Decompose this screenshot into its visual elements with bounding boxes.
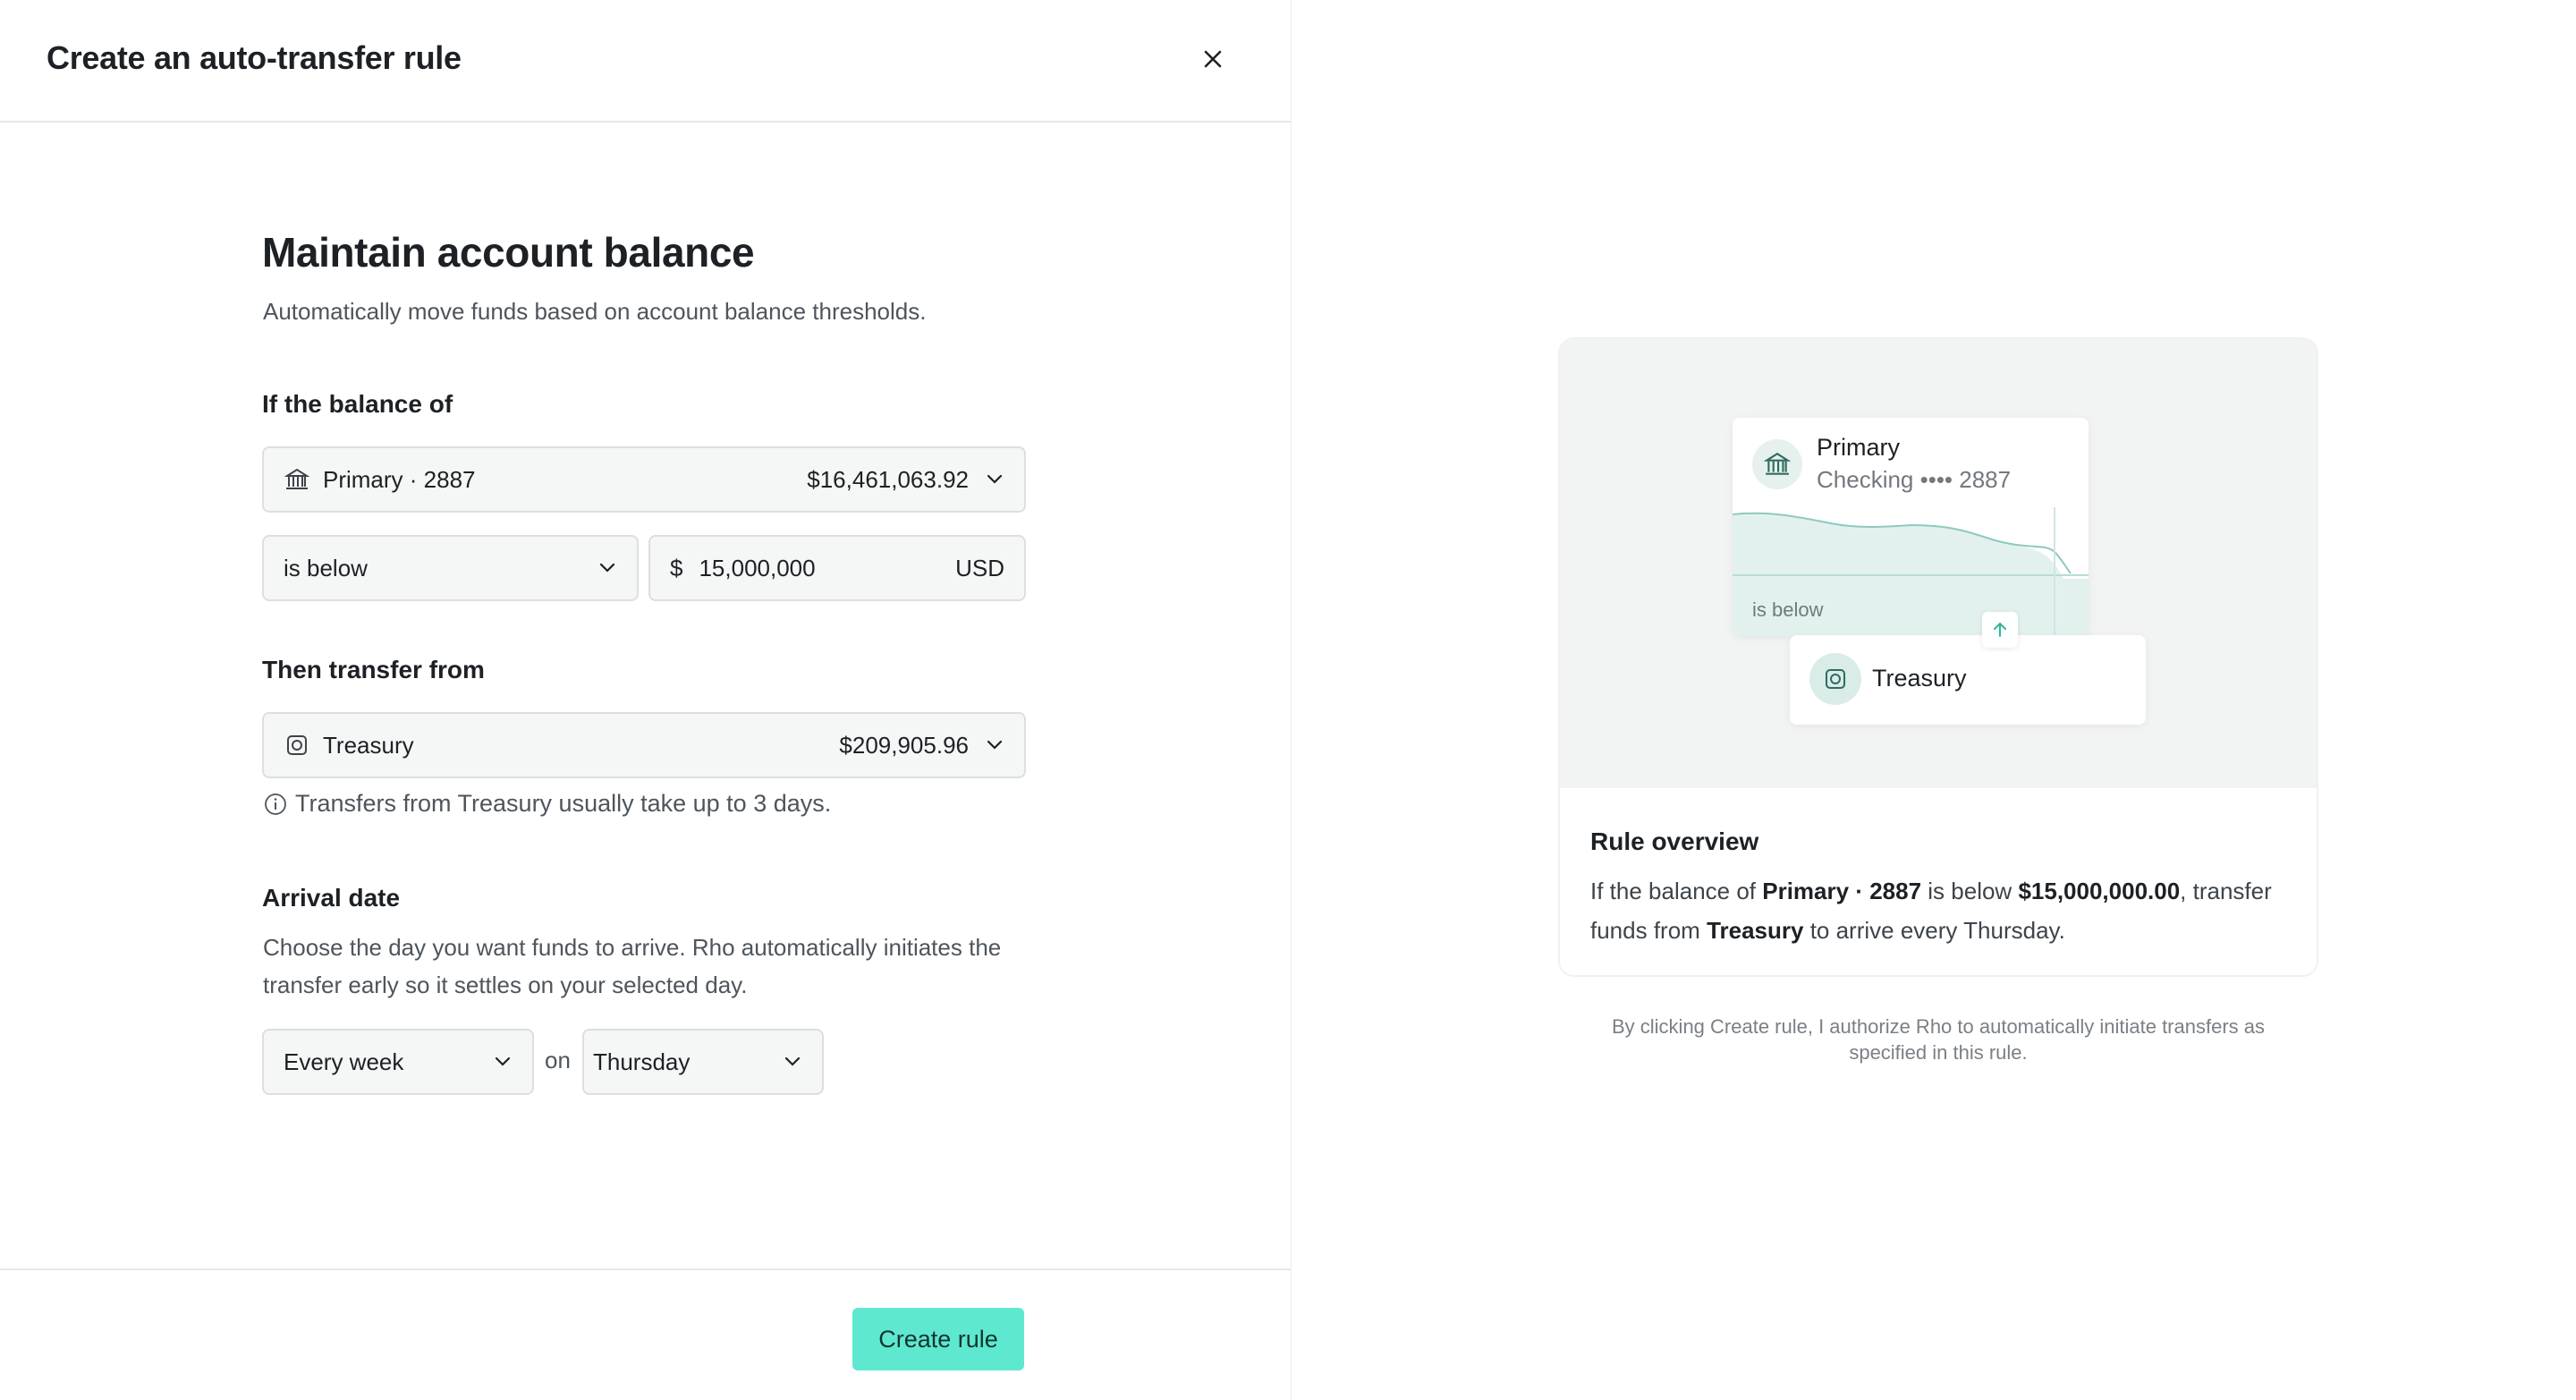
transfer-account-name: Treasury: [323, 731, 414, 759]
rule-illustration: Primary Checking •••• 2887 is below Trea…: [1560, 339, 2317, 788]
create-rule-button[interactable]: Create rule: [852, 1308, 1024, 1370]
currency-symbol: $: [670, 554, 683, 581]
page-title: Maintain account balance: [262, 229, 755, 276]
info-icon: [263, 792, 288, 817]
overview-title: Rule overview: [1590, 827, 1759, 855]
overview-text-part: If the balance of: [1590, 878, 1763, 904]
frequency-value: Every week: [284, 1048, 404, 1075]
modal-footer: [0, 1268, 1292, 1400]
frequency-select[interactable]: Every week: [262, 1029, 534, 1095]
chevron-down-icon: [985, 735, 1004, 755]
overview-text: If the balance of Primary · 2887 is belo…: [1590, 871, 2306, 950]
overview-source: Treasury: [1707, 917, 1804, 944]
day-value: Thursday: [593, 1048, 691, 1075]
treasury-account-name: Treasury: [1872, 665, 1967, 692]
treasury-account-card: Treasury: [1790, 635, 2146, 725]
balance-account-select[interactable]: Primary · 2887 $16,461,063.92: [262, 446, 1026, 513]
treasury-icon: [284, 732, 310, 759]
treasury-icon: [1809, 653, 1861, 705]
balance-account-name: Primary · 2887: [323, 465, 476, 493]
rule-preview-card: Primary Checking •••• 2887 is below Trea…: [1558, 337, 2318, 977]
overview-text-part: to arrive every Thursday.: [1803, 917, 2065, 944]
form-panel: Create an auto-transfer rule Maintain ac…: [0, 0, 1292, 1400]
rule-overview: Rule overview If the balance of Primary …: [1560, 788, 2317, 975]
amount-input[interactable]: [699, 554, 956, 582]
chevron-down-icon: [985, 470, 1004, 489]
form-content: Maintain account balance Automatically m…: [262, 228, 1026, 1095]
overview-text-part: is below: [1921, 878, 2019, 904]
page-subtitle: Automatically move funds based on accoun…: [263, 298, 927, 325]
arrow-up-icon: [1982, 612, 2018, 648]
primary-account-sub: Checking •••• 2887: [1817, 466, 2012, 493]
transfer-account-amount: $209,905.96: [839, 731, 969, 759]
transfer-section-label: Then transfer from: [262, 656, 485, 683]
overview-account: Primary · 2887: [1762, 878, 1922, 904]
transfer-note: Transfers from Treasury usually take up …: [263, 790, 831, 818]
preview-panel: Primary Checking •••• 2887 is below Trea…: [1292, 0, 2576, 1400]
currency-code: USD: [955, 554, 1004, 581]
condition-value: is below: [284, 554, 368, 581]
bank-icon: [284, 466, 310, 493]
chevron-down-icon: [783, 1052, 802, 1072]
transfer-account-select[interactable]: Treasury $209,905.96: [262, 712, 1026, 778]
balance-section-label: If the balance of: [262, 390, 453, 418]
arrival-section-label: Arrival date: [262, 884, 401, 912]
on-label: on: [545, 1047, 571, 1073]
primary-account-card: Primary Checking •••• 2887 is below: [1733, 418, 2089, 636]
overview-amount: $15,000,000.00: [2018, 878, 2181, 904]
amount-field[interactable]: $ USD: [648, 535, 1026, 601]
balance-account-amount: $16,461,063.92: [807, 465, 969, 493]
bank-icon: [1752, 439, 1802, 489]
close-icon[interactable]: [1193, 39, 1233, 79]
modal-title: Create an auto-transfer rule: [47, 39, 462, 76]
chevron-down-icon: [493, 1052, 513, 1072]
condition-select[interactable]: is below: [262, 535, 639, 601]
primary-account-name: Primary: [1817, 434, 1900, 461]
arrival-description: Choose the day you want funds to arrive.…: [263, 934, 1002, 998]
below-label: is below: [1752, 598, 1824, 621]
modal-header: Create an auto-transfer rule: [0, 0, 1292, 123]
chevron-down-icon: [597, 558, 617, 578]
authorization-disclaimer: By clicking Create rule, I authorize Rho…: [1612, 1015, 2265, 1064]
transfer-note-text: Transfers from Treasury usually take up …: [295, 790, 832, 817]
day-select[interactable]: Thursday: [582, 1029, 824, 1095]
